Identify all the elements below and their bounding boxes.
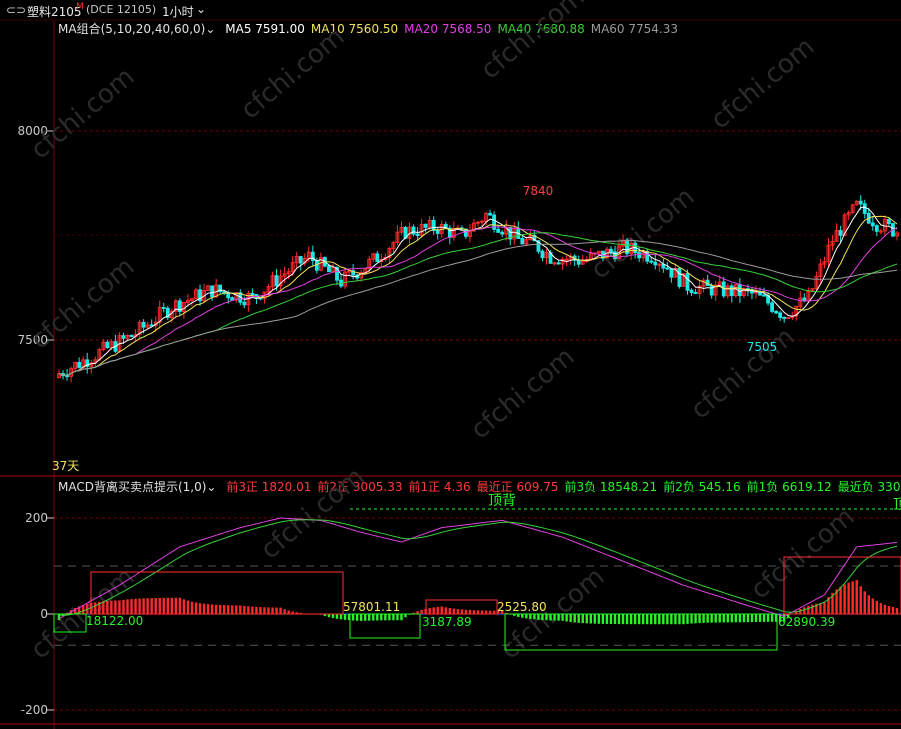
candle-body (415, 233, 420, 236)
period-count-label: 37天 (52, 459, 79, 473)
candle-body (874, 225, 879, 232)
candle-body (693, 292, 698, 295)
candle-body (782, 316, 787, 319)
candle-body (242, 301, 247, 306)
candle-body (274, 275, 279, 287)
candle-body (250, 292, 255, 296)
candle-body (496, 228, 501, 233)
area-label: 3187.89 (422, 615, 472, 629)
candle-body (375, 253, 380, 263)
area-label: 2525.80 (497, 600, 547, 614)
area-label: 57801.11 (343, 600, 400, 614)
price-chart[interactable]: 80007500cfchi.com cfchi.com cfchi.com cfchi… (0, 0, 901, 729)
watermark: cfchi.com (235, 22, 350, 125)
candle-body (762, 294, 766, 297)
high-price-label: 7840 (523, 184, 554, 198)
candle-body (488, 212, 492, 216)
candle-body (653, 261, 658, 266)
candle-body (423, 223, 428, 228)
candle-body (737, 283, 742, 297)
candle-body (105, 341, 110, 349)
candle-body (161, 307, 166, 310)
candle-body (665, 267, 670, 270)
candle-body (431, 219, 436, 231)
candle-body (141, 321, 146, 328)
watermark: cfchi.com (255, 462, 370, 565)
candle-body (65, 375, 69, 378)
watermark: cfchi.com (745, 502, 860, 605)
candle-body (327, 265, 331, 273)
candle-body (709, 285, 714, 296)
candle-body (878, 230, 883, 233)
candle-body (564, 258, 569, 261)
candle-body (556, 262, 561, 265)
candle-body (609, 248, 613, 253)
candle-body (786, 317, 791, 320)
watermark: cfchi.com (25, 62, 140, 165)
candle-body (729, 285, 734, 297)
candle-body (778, 312, 783, 318)
candle-body (129, 334, 134, 338)
candle-body (774, 310, 779, 314)
candle-body (838, 230, 843, 236)
candle-body (858, 200, 863, 205)
candle-body (210, 285, 215, 298)
divergence-label: 顶 (893, 497, 901, 513)
candle-body (411, 226, 416, 235)
watermark: cfchi.com (685, 322, 800, 425)
candle-body (576, 259, 581, 265)
watermark: cfchi.com (475, 0, 590, 85)
area-label: 18122.00 (86, 614, 143, 628)
candle-body (649, 260, 654, 263)
candle-body (552, 262, 557, 265)
candle-body (657, 263, 662, 266)
candle-body (637, 252, 642, 259)
candle-body (222, 291, 227, 294)
low-price-label: 7505 (747, 340, 778, 354)
watermark: cfchi.com (465, 342, 580, 445)
candle-body (500, 231, 505, 235)
candle-body (121, 335, 126, 339)
divergence-label: 顶背 (488, 493, 516, 509)
candle-body (862, 203, 867, 214)
candle-body (669, 268, 674, 278)
candle-body (298, 256, 303, 264)
candle-body (480, 220, 484, 223)
candle-body (685, 273, 690, 291)
y-tick-label: 200 (25, 511, 48, 525)
candle-body (677, 268, 682, 287)
candle-body (689, 289, 694, 294)
y-tick-label: -200 (21, 703, 48, 717)
candle-body (77, 361, 82, 368)
candle-body (435, 229, 440, 234)
candle-body (520, 238, 525, 245)
y-tick-label: 0 (40, 607, 48, 621)
candle-body (870, 222, 875, 227)
candle-body (540, 250, 545, 259)
candle-body (476, 221, 480, 224)
candle-body (770, 302, 775, 312)
watermark: cfchi.com (705, 32, 820, 135)
area-label: 62890.39 (778, 615, 835, 629)
candle-body (887, 219, 891, 225)
